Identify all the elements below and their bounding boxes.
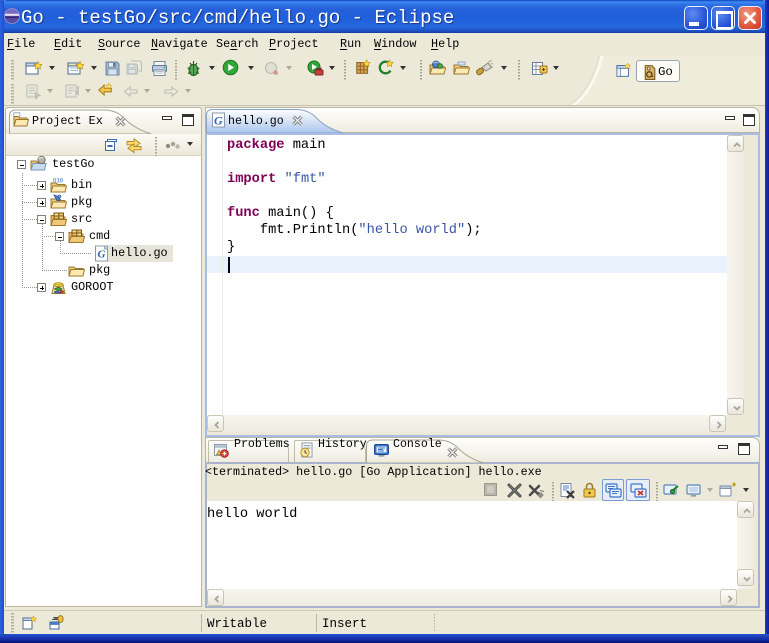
svg-text:010: 010 [53, 179, 64, 185]
svg-text:G: G [98, 249, 106, 261]
svg-text:G: G [214, 114, 223, 128]
